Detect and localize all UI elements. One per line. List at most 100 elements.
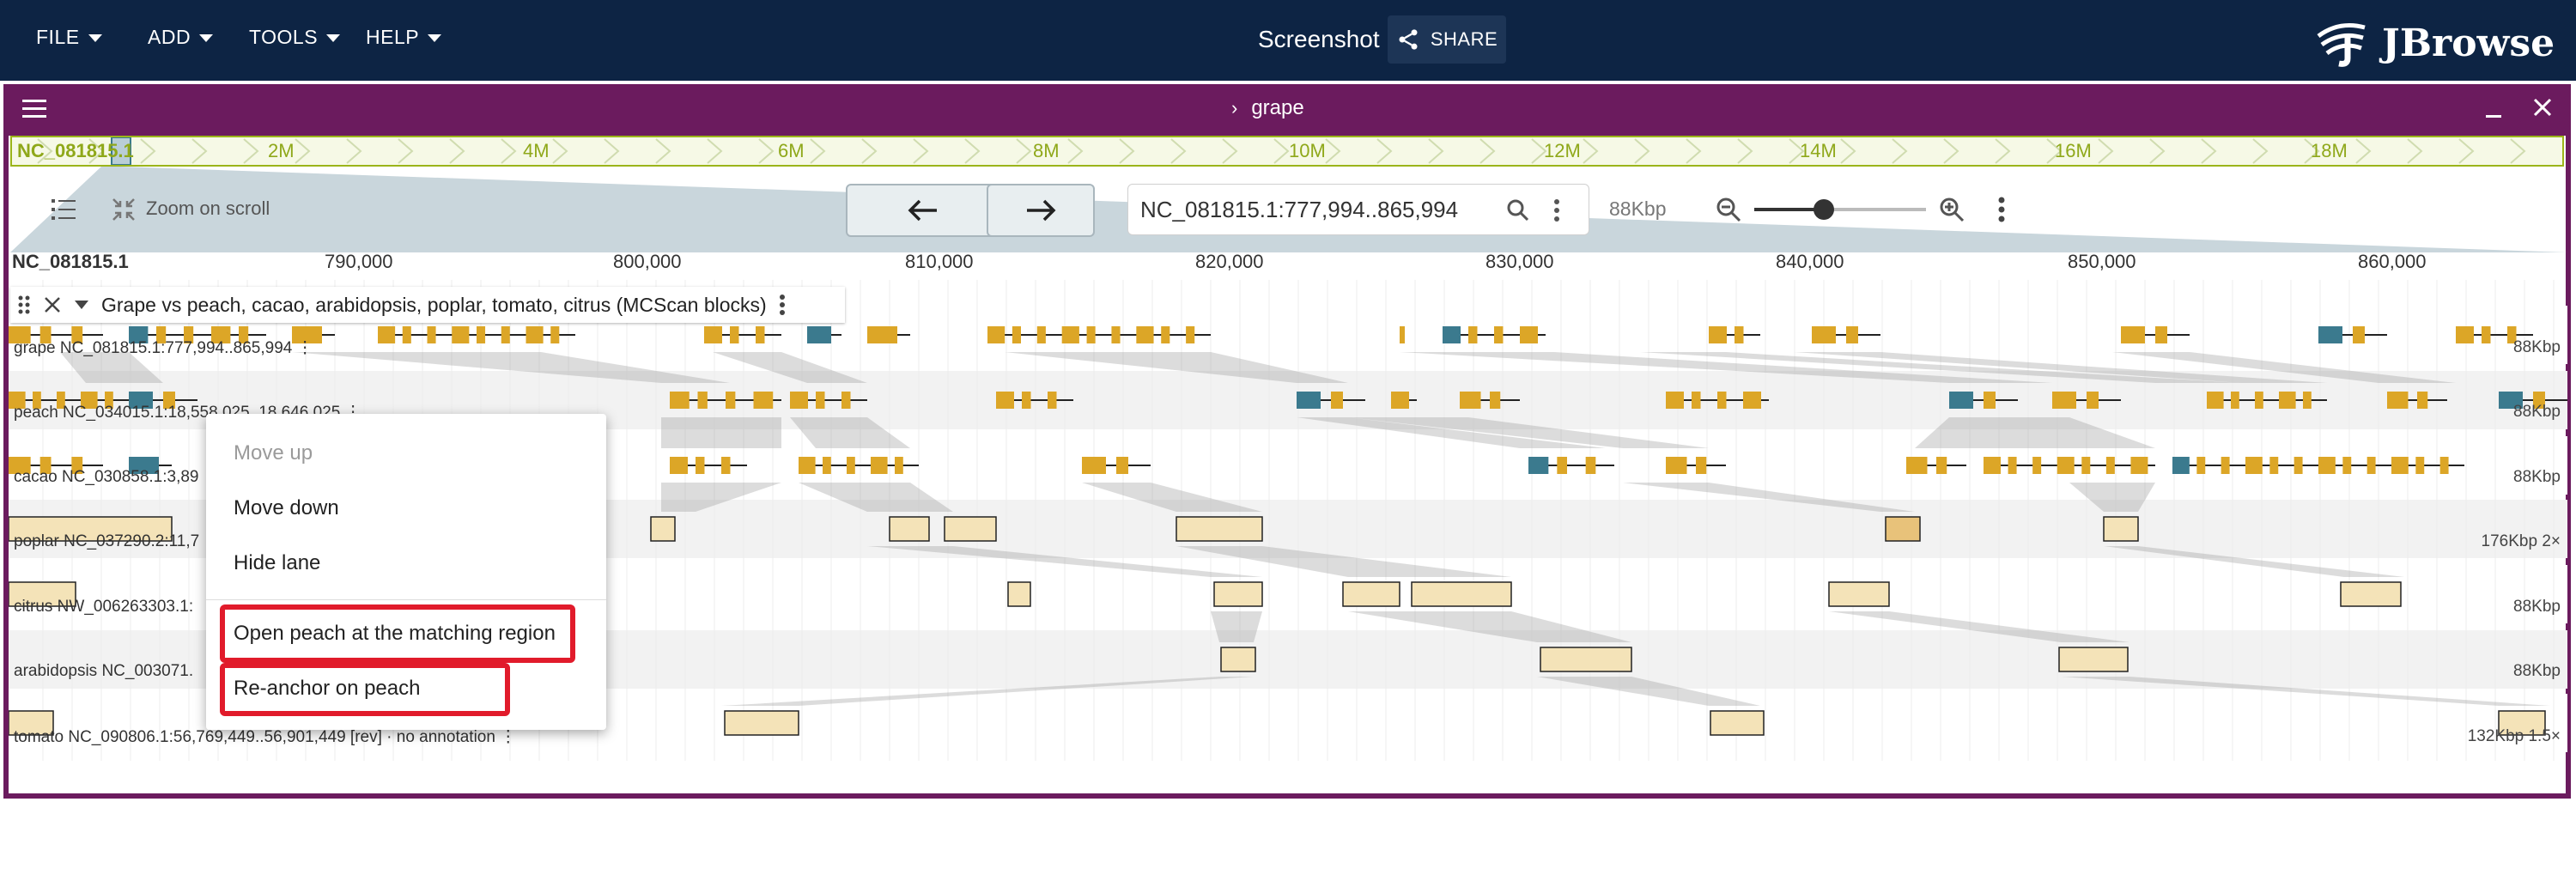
lane-span-peach: 88Kbp <box>2513 403 2561 421</box>
gene-exon <box>704 326 722 343</box>
chevron-down-icon <box>88 34 102 42</box>
gene-exon <box>2196 457 2206 474</box>
overview-chevron <box>1686 138 1702 164</box>
lane-label-poplar[interactable]: poplar NC_037290.2:11,7 <box>14 532 199 551</box>
collapse-track-icon[interactable] <box>74 300 89 310</box>
location-input[interactable]: NC_081815.1:777,994..865,994 <box>1140 197 1458 223</box>
overview-chevron <box>2252 138 2269 164</box>
overview-chevrons <box>37 137 2526 165</box>
gene-exon <box>2155 326 2167 343</box>
overview-ruler[interactable]: NC_081815.1 2M 4M 6M 8M 10M 12M 14M 16M … <box>10 136 2564 167</box>
lane-span-citrus: 88Kbp <box>2513 598 2561 616</box>
gene-exon <box>2387 392 2409 409</box>
gene-exon <box>1743 392 1761 409</box>
lane-label-tomato[interactable]: tomato NC_090806.1:56,769,449..56,901,44… <box>14 727 516 747</box>
chevron-down-icon <box>326 34 341 42</box>
pan-right-button[interactable] <box>987 184 1095 237</box>
zoom-in-icon[interactable] <box>1938 196 1965 223</box>
share-button[interactable]: SHARE <box>1388 15 1506 64</box>
gene-exon <box>1735 326 1744 343</box>
logo-text: JBrowse <box>2382 21 2555 65</box>
ruler-tick: 850,000 <box>2068 251 2136 272</box>
overview-chevron <box>913 138 929 164</box>
overview-chevron <box>2407 138 2423 164</box>
close-icon[interactable] <box>2531 96 2554 118</box>
move-down-item[interactable]: Move down <box>234 496 339 520</box>
gene-exon <box>2318 326 2342 343</box>
gene-exon <box>2130 457 2148 474</box>
minimize-icon[interactable] <box>2483 100 2506 122</box>
overview-chevron <box>1428 138 1444 164</box>
coordinate-ruler[interactable]: NC_081815.1 790,000 800,000 810,000 820,… <box>9 249 2567 280</box>
lane-label-arabidopsis[interactable]: arabidopsis NC_003071. <box>14 662 193 681</box>
gene-exon <box>2279 392 2296 409</box>
gene-exon <box>871 457 888 474</box>
jbrowse-logo: JBrowse <box>2313 19 2555 67</box>
hide-lane-item[interactable]: Hide lane <box>234 551 320 575</box>
gene-exon <box>816 392 825 409</box>
search-icon[interactable] <box>1506 198 1530 222</box>
gene-exon <box>2081 457 2091 474</box>
overview-chevron <box>1222 138 1238 164</box>
lane-label-grape[interactable]: grape NC_081815.1:777,994..865,994 ⋮ <box>14 338 313 358</box>
gene-exon <box>378 326 396 343</box>
track-menu-icon[interactable] <box>779 294 786 316</box>
overview-chevron <box>1943 138 1959 164</box>
overview-chevron <box>1995 138 2011 164</box>
synteny-block <box>1007 581 1031 607</box>
more-vert-icon[interactable] <box>1552 198 1561 222</box>
lane-label-citrus[interactable]: citrus NW_006263303.1: <box>14 598 193 617</box>
gene-exon <box>1161 326 1170 343</box>
gene-exon <box>823 457 831 474</box>
overview-chevron <box>604 138 620 164</box>
gene-exon <box>670 392 690 409</box>
lane-label-cacao[interactable]: cacao NC_030858.1:3,89 <box>14 468 199 487</box>
gene-exon <box>526 326 544 343</box>
help-menu[interactable]: HELP <box>366 26 442 49</box>
overview-tick: 14M <box>1800 140 1837 161</box>
overview-chevron <box>1119 138 1135 164</box>
gene-exon <box>1520 326 1538 343</box>
synteny-ribbon <box>1211 611 1262 642</box>
gene-exon <box>1906 457 1928 474</box>
zoom-out-icon[interactable] <box>1715 196 1742 223</box>
pan-left-button[interactable] <box>846 184 1000 237</box>
gene-exon <box>2366 457 2376 474</box>
view-title[interactable]: › grape <box>1231 96 1304 120</box>
overview-chevron <box>1479 138 1496 164</box>
ruler-tick: 810,000 <box>905 251 974 272</box>
gene-exon <box>1696 457 1707 474</box>
track-selector-icon[interactable] <box>50 196 77 223</box>
view-header: › grape <box>3 84 2571 136</box>
gene-exon <box>2415 457 2425 474</box>
gene-exon <box>1585 457 1596 474</box>
zoom-on-scroll-label[interactable]: Zoom on scroll <box>146 197 270 220</box>
gene-exon <box>1984 457 2001 474</box>
synteny-ribbon <box>661 417 781 448</box>
close-track-icon[interactable] <box>43 295 62 314</box>
file-menu[interactable]: FILE <box>36 26 102 49</box>
gene-exon <box>1022 392 1031 409</box>
gene-exon <box>1984 392 1996 409</box>
lane-span-arabidopsis: 88Kbp <box>2513 662 2561 680</box>
drag-handle-icon[interactable] <box>17 295 31 315</box>
move-up-item[interactable]: Move up <box>234 441 313 465</box>
gene-exon <box>1048 392 1057 409</box>
add-menu[interactable]: ADD <box>148 26 214 49</box>
zoom-slider-thumb[interactable] <box>1814 199 1834 220</box>
zoom-on-scroll-icon[interactable] <box>112 197 136 222</box>
overview-chevron <box>140 138 156 164</box>
location-search-box[interactable]: NC_081815.1:777,994..865,994 <box>1127 184 1589 235</box>
session-title[interactable]: Screenshot <box>1258 26 1380 53</box>
view-menu-icon[interactable] <box>1997 196 2006 223</box>
overview-chevron <box>501 138 517 164</box>
overview-chevron <box>295 138 311 164</box>
gene-exon <box>895 457 903 474</box>
tools-menu[interactable]: TOOLS <box>249 26 341 49</box>
gene-exon <box>2269 457 2279 474</box>
arrow-left-icon <box>908 199 937 222</box>
gene-exon <box>1692 392 1701 409</box>
gene-exon <box>1709 326 1727 343</box>
hamburger-menu-icon[interactable] <box>22 98 48 120</box>
gene-exon <box>1012 326 1021 343</box>
